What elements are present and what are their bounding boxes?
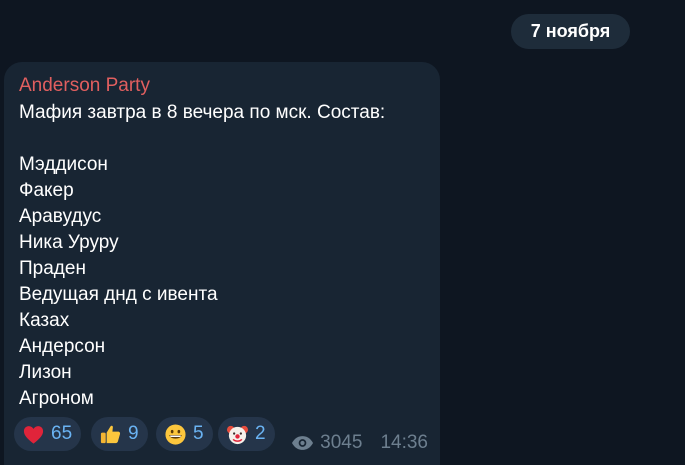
reaction-count: 2 <box>255 423 266 444</box>
message-line: Лизон <box>19 362 72 383</box>
message-line: Казах <box>19 310 70 331</box>
reaction-count: 5 <box>193 423 204 444</box>
reaction-clown[interactable]: 2 <box>218 417 275 451</box>
message-line: Мафия завтра в 8 вечера по мск. Состав: <box>19 102 386 123</box>
message-bubble[interactable]: Anderson Party Мафия завтра в 8 вечера п… <box>4 62 440 465</box>
reaction-grinning[interactable]: 5 <box>156 417 213 451</box>
message-line: Аравудус <box>19 206 102 227</box>
reaction-thumbs-up[interactable]: 9 <box>91 417 148 451</box>
message-time: 14:36 <box>380 432 428 453</box>
heart-icon <box>22 423 45 446</box>
eye-icon <box>291 435 314 451</box>
reaction-count: 9 <box>128 423 139 444</box>
message-line: Факер <box>19 180 74 201</box>
sender-name[interactable]: Anderson Party <box>19 75 150 97</box>
view-count: 3045 <box>320 432 363 453</box>
reaction-heart[interactable]: 65 <box>14 417 82 451</box>
clown-face-icon <box>226 423 249 446</box>
message-meta: 3045 14:36 <box>291 432 428 454</box>
message-line: Андерсон <box>19 336 106 357</box>
message-line: Праден <box>19 258 86 279</box>
date-separator: 7 ноября <box>511 14 630 49</box>
thumbs-up-icon <box>99 423 122 446</box>
message-line: Ника Уруру <box>19 232 119 253</box>
message-line: Мэддисон <box>19 154 108 175</box>
message-line: Агроном <box>19 388 94 409</box>
grinning-face-icon <box>164 423 187 446</box>
reaction-count: 65 <box>51 423 73 444</box>
chat-view: 7 ноября Anderson Party Мафия завтра в 8… <box>0 0 685 465</box>
message-line: Ведущая днд с ивента <box>19 284 218 305</box>
